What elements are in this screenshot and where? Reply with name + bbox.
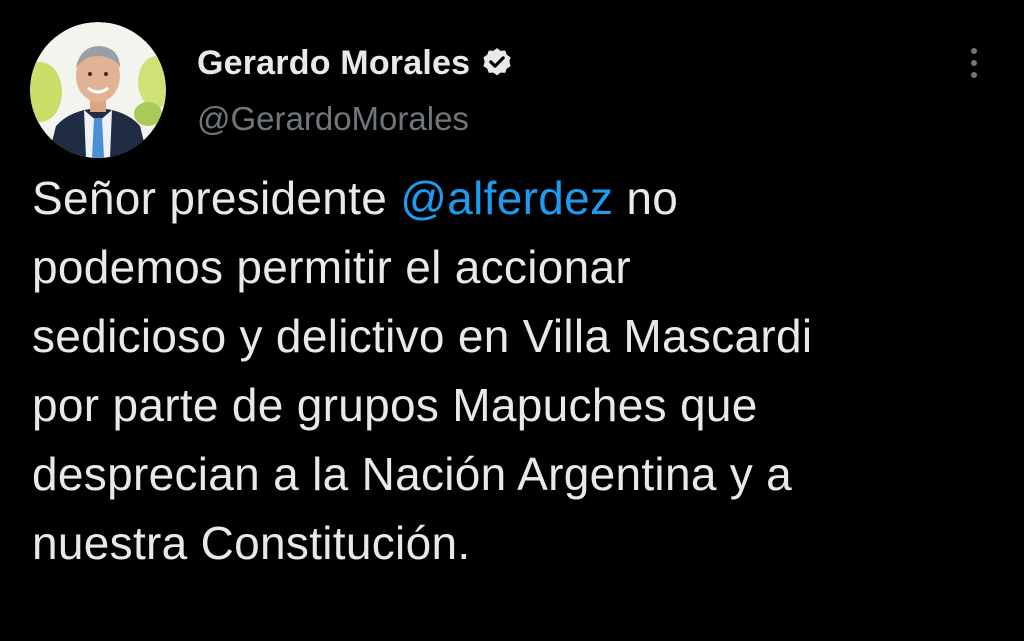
author-name-row[interactable]: Gerardo Morales xyxy=(197,42,514,84)
tweet-text-line-3: sedicioso y delictivo en Villa Mascardi xyxy=(32,310,813,362)
vertical-ellipsis-icon xyxy=(971,48,977,54)
profile-photo-icon xyxy=(30,22,166,158)
mention-link[interactable]: @alferdez xyxy=(400,172,613,224)
verified-badge-icon xyxy=(480,46,514,80)
tweet-text-segment: Señor presidente xyxy=(32,172,401,224)
more-options-button[interactable] xyxy=(958,42,990,84)
author-display-name[interactable]: Gerardo Morales xyxy=(197,44,470,83)
author-handle[interactable]: @GerardoMorales xyxy=(197,100,469,138)
tweet-text-line-6: nuestra Constitución. xyxy=(32,517,471,569)
vertical-ellipsis-dot xyxy=(971,72,977,78)
tweet-text-line-1: Señor presidente @alferdez no xyxy=(32,164,1002,233)
avatar[interactable] xyxy=(30,22,166,158)
tweet-text-line-2: podemos permitir el accionar xyxy=(32,241,631,293)
tweet-text-line-4: por parte de grupos Mapuches que xyxy=(32,379,758,431)
tweet-text-line-5: desprecian a la Nación Argentina y a xyxy=(32,448,793,500)
tweet-text: Señor presidente @alferdez no podemos pe… xyxy=(32,164,1002,578)
tweet: Gerardo Morales @GerardoMorales Señor pr… xyxy=(0,0,1024,641)
tweet-text-segment: no xyxy=(613,172,679,224)
vertical-ellipsis-dot xyxy=(971,60,977,66)
